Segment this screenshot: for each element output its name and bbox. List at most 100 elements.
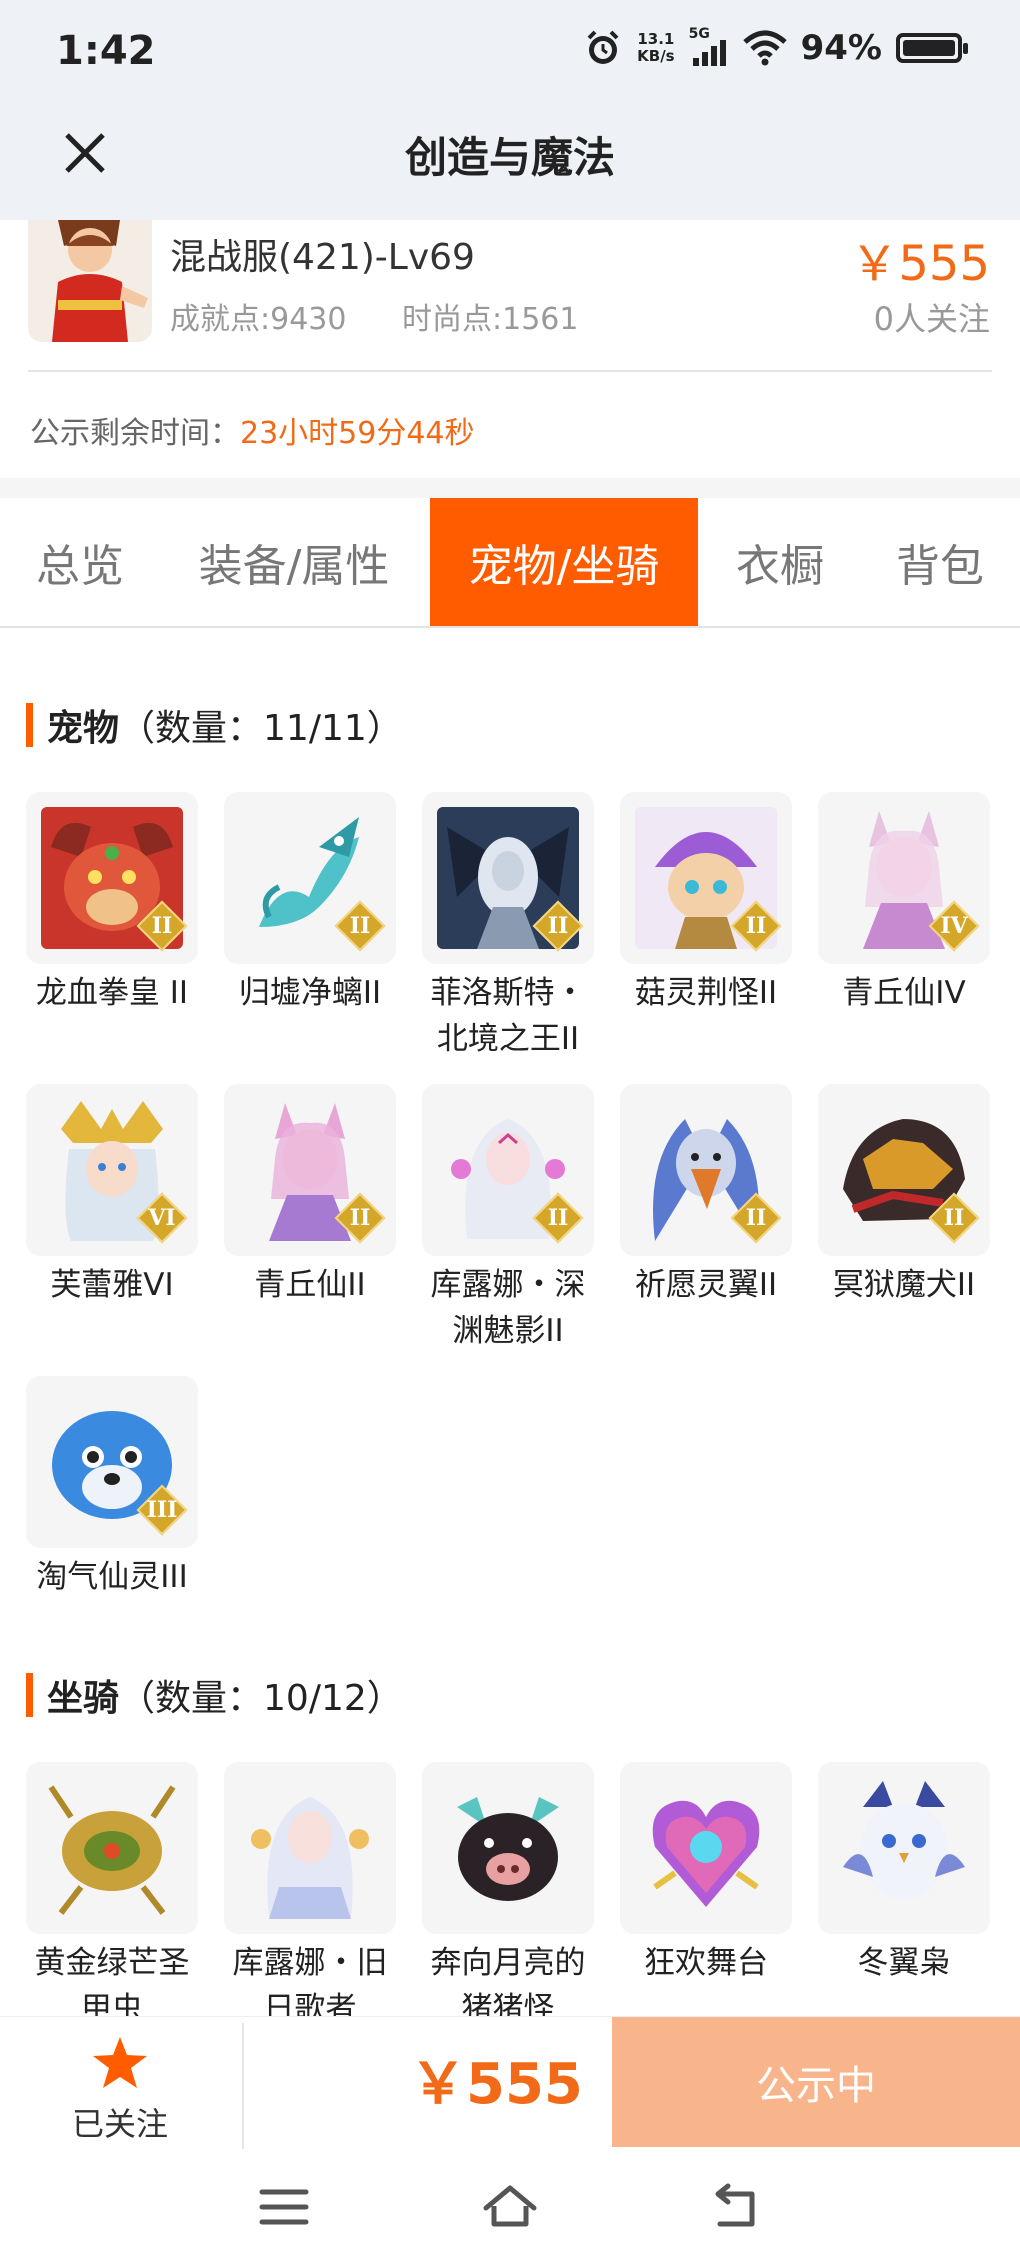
rank-badge: IV [928, 900, 980, 952]
pet-image: II [422, 792, 594, 964]
pets-title: 宠物 [47, 708, 120, 749]
remaining-label: 公示剩余时间： [30, 416, 240, 451]
follower-count: 0人关注 [873, 300, 990, 338]
home-icon[interactable] [480, 2182, 540, 2232]
listing-price: ￥555 [850, 236, 990, 292]
mount-image [422, 1762, 594, 1934]
tab-bar: 总览 装备/属性 宠物/坐骑 衣橱 背包 [0, 498, 1020, 628]
pet-name: 归墟净螭II [238, 975, 382, 1011]
menu-icon[interactable] [254, 2182, 314, 2232]
mounts-title: 坐骑 [47, 1678, 120, 1719]
divider [28, 370, 992, 372]
pet-name: 芙蕾雅VI [50, 1267, 174, 1303]
rank-badge: III [136, 1484, 188, 1536]
pet-item[interactable]: II 库露娜・深渊魅影II [422, 1084, 594, 1354]
rank-badge: II [928, 1192, 980, 1244]
tab-backpack[interactable]: 背包 [870, 498, 1010, 626]
pet-item[interactable]: II 冥狱魔犬II [818, 1084, 990, 1308]
achievement-points: 成就点:9430 [170, 302, 347, 337]
bottom-price: ￥555 [410, 2052, 583, 2117]
pet-item[interactable]: II 菇灵荆怪II [620, 792, 792, 1016]
divider [242, 2023, 244, 2149]
pet-name: 龙血拳皇 II [35, 975, 189, 1011]
pet-image: II [422, 1084, 594, 1256]
pet-item[interactable]: II 祈愿灵翼II [620, 1084, 792, 1308]
page-title: 创造与魔法 [404, 133, 615, 182]
pet-item[interactable]: II 菲洛斯特・北境之王II [422, 792, 594, 1062]
pet-name: 冥狱魔犬II [832, 1267, 976, 1303]
pet-image: III [26, 1376, 198, 1548]
follow-button[interactable]: 已关注 [40, 2035, 200, 2145]
mount-item[interactable]: 冬翼枭 [818, 1762, 990, 1986]
mount-item[interactable]: 库露娜・旧日歌者 [224, 1762, 396, 2032]
pet-name: 菇灵荆怪II [634, 975, 778, 1011]
rank-badge: II [334, 900, 386, 952]
action-bar: 已关注 ￥555 公示中 [0, 2016, 1020, 2152]
nav-bar: 创造与魔法 [0, 110, 1020, 220]
status-button[interactable]: 公示中 [612, 2017, 1020, 2147]
mount-image [26, 1762, 198, 1934]
rank-badge: VI [136, 1192, 188, 1244]
tab-pets-mounts[interactable]: 宠物/坐骑 [430, 498, 698, 626]
remaining-time: 公示剩余时间：23小时59分44秒 [30, 408, 475, 452]
mounts-count: （数量：10/12） [119, 1678, 403, 1719]
section-marker [26, 1673, 33, 1717]
pet-name: 青丘仙IV [842, 975, 966, 1011]
pet-name: 青丘仙II [254, 1267, 366, 1303]
pet-item[interactable]: II 青丘仙II [224, 1084, 396, 1308]
rank-badge: II [730, 1192, 782, 1244]
pet-image: II [620, 792, 792, 964]
server-name: 混战服(421)-Lv69 [170, 237, 475, 278]
pet-item[interactable]: IV 青丘仙IV [818, 792, 990, 1016]
signal-icon: 5G [689, 26, 729, 68]
pets-section-title: 宠物 （数量：11/11） [26, 700, 403, 750]
pet-name: 菲洛斯特・北境之王II [430, 975, 586, 1057]
mounts-section-title: 坐骑 （数量：10/12） [26, 1670, 403, 1720]
mount-image [224, 1762, 396, 1934]
pet-image: VI [26, 1084, 198, 1256]
tab-equipment[interactable]: 装备/属性 [178, 498, 410, 626]
page: 1:42 13.1 KB/s 5G 94% 创造与魔法 混战服(421)-Lv6… [0, 0, 1020, 2267]
section-marker [26, 703, 33, 747]
status-icons: 13.1 KB/s 5G 94% [583, 26, 968, 68]
status-bar: 1:42 13.1 KB/s 5G 94% [0, 0, 1020, 110]
pets-count: （数量：11/11） [119, 708, 403, 749]
rank-badge: II [334, 1192, 386, 1244]
pet-item[interactable]: III 淘气仙灵III [26, 1376, 198, 1600]
alarm-icon [587, 30, 619, 64]
mount-image [620, 1762, 792, 1934]
rank-badge: II [136, 900, 188, 952]
mount-image [818, 1762, 990, 1934]
rank-badge: II [532, 1192, 584, 1244]
pet-item[interactable]: II 龙血拳皇 II [26, 792, 198, 1016]
mount-item[interactable]: 奔向月亮的猪猪怪 [422, 1762, 594, 2032]
mount-item[interactable]: 狂欢舞台 [620, 1762, 792, 1986]
follow-label: 已关注 [71, 2105, 168, 2143]
pet-image: II [26, 792, 198, 964]
net-speed: 13.1 KB/s [637, 31, 674, 65]
pet-name: 淘气仙灵III [36, 1559, 188, 1595]
tab-overview[interactable]: 总览 [0, 498, 160, 626]
system-nav-bar [0, 2152, 1020, 2267]
mount-item[interactable]: 黄金绿芒圣甲虫 [26, 1762, 198, 2032]
pet-item[interactable]: VI 芙蕾雅VI [26, 1084, 198, 1308]
rank-badge: II [532, 900, 584, 952]
header: 1:42 13.1 KB/s 5G 94% 创造与魔法 [0, 0, 1020, 220]
fashion-points: 时尚点:1561 [402, 302, 579, 337]
listing-card: 混战服(421)-Lv69 成就点:9430 时尚点:1561 ￥555 0人关… [0, 220, 1020, 480]
pet-image: II [224, 1084, 396, 1256]
rank-badge: II [730, 900, 782, 952]
role-avatar [28, 220, 152, 342]
wifi-icon [742, 30, 787, 66]
back-icon[interactable] [706, 2182, 766, 2232]
remaining-value: 23小时59分44秒 [240, 416, 475, 451]
tab-wardrobe[interactable]: 衣橱 [710, 498, 850, 626]
pet-image: II [818, 1084, 990, 1256]
pet-name: 库露娜・深渊魅影II [430, 1267, 586, 1349]
mount-name: 冬翼枭 [857, 1945, 951, 1981]
pet-name: 祈愿灵翼II [634, 1267, 778, 1303]
battery-percent: 94% [800, 28, 882, 68]
net-speed-unit: KB/s [637, 47, 675, 65]
pet-item[interactable]: II 归墟净螭II [224, 792, 396, 1016]
section-gap [0, 478, 1020, 498]
